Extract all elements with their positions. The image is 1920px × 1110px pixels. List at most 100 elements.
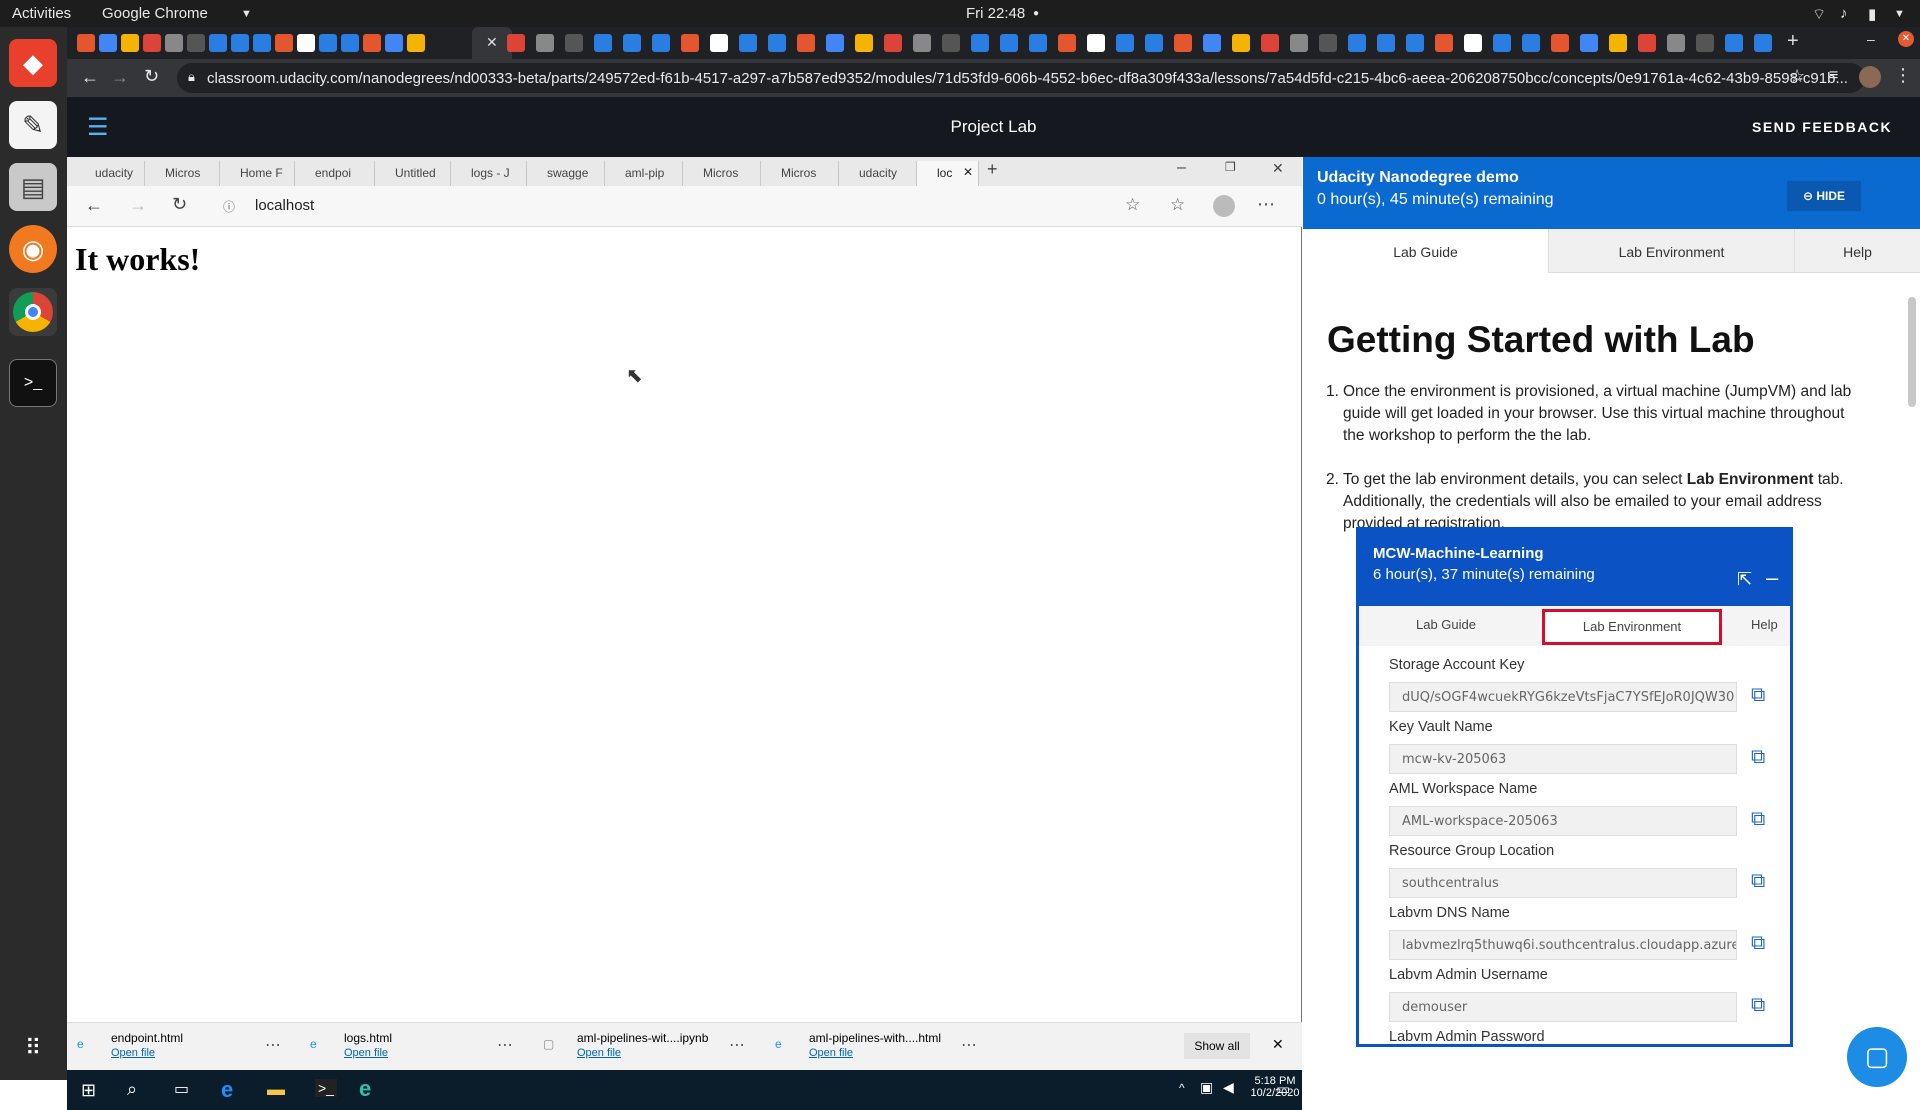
tab-favicon-icon[interactable] (1000, 34, 1018, 52)
forward-icon[interactable]: → (111, 67, 129, 88)
tab-favicon-icon[interactable] (297, 34, 315, 52)
internet-explorer-icon[interactable]: e (221, 1077, 233, 1103)
edge-tab[interactable]: swagge (527, 161, 605, 186)
tab-favicon-icon[interactable] (1522, 34, 1540, 52)
tab-favicon-icon[interactable] (165, 34, 183, 52)
copy-icon[interactable]: ⧉ (1751, 870, 1773, 892)
close-tab-icon[interactable]: ✕ (963, 165, 973, 179)
search-icon[interactable]: ⌕ (127, 1079, 137, 1100)
tab-help[interactable]: Help (1795, 229, 1920, 273)
activities-button[interactable]: Activities (12, 5, 71, 22)
tab-favicon-icon[interactable] (507, 34, 525, 52)
notifications-icon[interactable]: ▭ (1276, 1080, 1290, 1098)
tab-favicon-icon[interactable] (1058, 34, 1076, 52)
active-chrome-tab[interactable]: ✕ (472, 27, 512, 59)
tab-favicon-icon[interactable] (231, 34, 249, 52)
tab-favicon-icon[interactable] (1174, 34, 1192, 52)
tab-favicon-icon[interactable] (536, 34, 554, 52)
profile-avatar[interactable] (1213, 195, 1235, 217)
close-window-icon[interactable]: ✕ (1898, 31, 1914, 47)
show-all-button[interactable]: Show all (1184, 1033, 1250, 1059)
playlist-icon[interactable]: ≡ (1829, 67, 1838, 85)
tab-favicon-icon[interactable] (1261, 34, 1279, 52)
edge-tab[interactable]: Micros (683, 161, 761, 186)
tab-favicon-icon[interactable] (652, 34, 670, 52)
env-field-value[interactable]: mcw-kv-205063 (1389, 744, 1737, 774)
terminal-icon[interactable]: >_ (9, 359, 57, 407)
tab-favicon-icon[interactable] (1029, 34, 1047, 52)
edge-tab[interactable]: Micros (145, 161, 220, 186)
tab-favicon-icon[interactable] (319, 34, 337, 52)
edge-tab[interactable]: aml-pip (605, 161, 683, 186)
env-field-value[interactable]: labvmezlrq5thuwq6i.southcentralus.clouda… (1389, 930, 1737, 960)
task-view-icon[interactable]: ▭ (174, 1079, 189, 1099)
copy-icon[interactable]: ⧉ (1751, 932, 1773, 954)
tab-favicon-icon[interactable] (187, 34, 205, 52)
close-downloads-icon[interactable]: ✕ (1272, 1036, 1284, 1053)
tab-favicon-icon[interactable] (1232, 34, 1250, 52)
tab-favicon-icon[interactable] (1087, 34, 1105, 52)
tab-favicon-icon[interactable] (407, 34, 425, 52)
tab-favicon-icon[interactable] (826, 34, 844, 52)
tab-favicon-icon[interactable] (855, 34, 873, 52)
bookmark-star-icon[interactable]: ☆ (1789, 66, 1805, 87)
tab-favicon-icon[interactable] (1696, 34, 1714, 52)
tab-lab-guide[interactable]: Lab Guide (1303, 229, 1549, 273)
tab-favicon-icon[interactable] (594, 34, 612, 52)
network-icon[interactable]: ▣ (1200, 1079, 1213, 1096)
tab-favicon-icon[interactable] (99, 34, 117, 52)
tab-favicon-icon[interactable] (710, 34, 728, 52)
terminal-icon[interactable]: >_ (315, 1079, 337, 1097)
edge-tab[interactable]: endpoi (295, 161, 375, 186)
new-tab-icon[interactable]: + (1787, 30, 1799, 53)
tab-favicon-icon[interactable] (1116, 34, 1134, 52)
favorite-star-icon[interactable]: ☆ (1125, 195, 1140, 215)
env-field-value[interactable]: demouser (1389, 992, 1737, 1022)
copy-icon[interactable]: ⧉ (1751, 746, 1773, 768)
tab-favicon-icon[interactable] (1145, 34, 1163, 52)
tab-favicon-icon[interactable] (1638, 34, 1656, 52)
tab-favicon-icon[interactable] (1609, 34, 1627, 52)
tab-favicon-icon[interactable] (739, 34, 757, 52)
env-field-value[interactable]: southcentralus (1389, 868, 1737, 898)
tab-favicon-icon[interactable] (942, 34, 960, 52)
edge-tab[interactable]: udacity (75, 161, 145, 186)
tab-favicon-icon[interactable] (363, 34, 381, 52)
reload-icon[interactable]: ↻ (172, 194, 187, 215)
tab-favicon-icon[interactable] (565, 34, 583, 52)
volume-icon[interactable]: ♪ (1840, 5, 1848, 22)
remote-vm-viewport[interactable]: udacity Micros Home F endpoi Untitled lo… (67, 157, 1302, 1110)
copy-icon[interactable]: ⧉ (1751, 994, 1773, 1016)
restore-window-icon[interactable]: ❐ (1225, 160, 1236, 174)
chrome-menu-icon[interactable]: ⋮ (1894, 65, 1912, 86)
download-item[interactable]: e endpoint.html Open file (77, 1031, 183, 1059)
open-file-link[interactable]: Open file (577, 1047, 708, 1059)
file-explorer-icon[interactable]: ▬ (267, 1079, 285, 1100)
edge-tab-active[interactable]: loc ✕ (917, 161, 979, 186)
open-file-link[interactable]: Open file (344, 1047, 392, 1059)
copy-icon[interactable]: ⧉ (1751, 684, 1773, 706)
tab-favicon-icon[interactable] (913, 34, 931, 52)
more-options-icon[interactable]: ⋯ (497, 1035, 513, 1055)
tab-favicon-icon[interactable] (623, 34, 641, 52)
info-icon[interactable]: ⓘ (223, 198, 235, 215)
open-file-link[interactable]: Open file (111, 1047, 183, 1059)
env-field-value[interactable]: AML-workspace-205063 (1389, 806, 1737, 836)
system-menu-chevron-icon[interactable]: ▼ (1894, 8, 1905, 20)
tab-favicon-icon[interactable] (1406, 34, 1424, 52)
tab-favicon-icon[interactable] (1464, 34, 1482, 52)
tab-favicon-icon[interactable] (971, 34, 989, 52)
edge-tab[interactable]: udacity (839, 161, 917, 186)
chrome-icon[interactable] (9, 288, 57, 336)
text-editor-icon[interactable]: ✎ (9, 101, 57, 149)
anydesk-icon[interactable]: ◆ (9, 39, 57, 87)
app-grid-icon[interactable]: ⠿ (9, 1024, 57, 1072)
tab-favicon-icon[interactable] (209, 34, 227, 52)
speaker-muted-icon[interactable]: ◀ (1223, 1079, 1234, 1096)
download-item[interactable]: e aml-pipelines-with....html Open file (775, 1031, 941, 1059)
taskbar-clock[interactable]: 5:18 PM 10/2/2020 (1247, 1075, 1303, 1099)
battery-icon[interactable]: ▮ (1868, 5, 1876, 23)
favorites-icon[interactable]: ☆ (1170, 195, 1185, 215)
tab-favicon-icon[interactable] (1377, 34, 1395, 52)
profile-avatar[interactable] (1859, 66, 1881, 88)
